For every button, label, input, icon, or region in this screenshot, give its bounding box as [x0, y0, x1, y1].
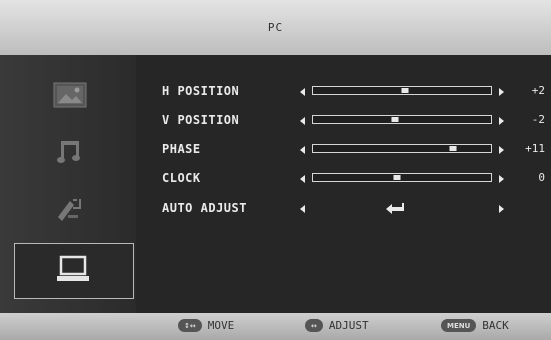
- slider-thumb[interactable]: [391, 117, 399, 122]
- osd-menu: PC H POSITION +2 V POSITION -2 PHASE +11…: [0, 0, 551, 340]
- back-label: BACK: [482, 319, 509, 332]
- adjust-hint: ↔ ADJUST: [305, 319, 369, 332]
- back-hint[interactable]: MENU BACK: [441, 319, 509, 332]
- right-arrow-icon[interactable]: [499, 146, 504, 154]
- row-value: +11: [525, 142, 545, 155]
- settings-panel: H POSITION +2 V POSITION -2 PHASE +11 CL…: [136, 55, 551, 313]
- slider-thumb[interactable]: [401, 88, 409, 93]
- right-arrow-icon[interactable]: [499, 175, 504, 183]
- clock-slider[interactable]: [312, 173, 492, 182]
- left-arrow-icon[interactable]: [300, 88, 305, 96]
- row-value: +2: [531, 84, 545, 97]
- row-value: 0: [538, 171, 545, 184]
- phase-row[interactable]: PHASE +11: [136, 140, 551, 160]
- row-value: -2: [531, 113, 545, 126]
- left-arrow-icon[interactable]: [300, 146, 305, 154]
- move-hint: ↕↔ MOVE: [178, 319, 234, 332]
- header-bar: PC: [0, 0, 551, 55]
- enter-icon[interactable]: [386, 201, 406, 215]
- move-label: MOVE: [207, 319, 235, 332]
- h-position-slider[interactable]: [312, 86, 492, 95]
- row-label: PHASE: [162, 142, 201, 156]
- h-position-row[interactable]: H POSITION +2: [136, 82, 551, 102]
- move-key-icon: ↕↔: [178, 319, 202, 332]
- footer-hints: ↕↔ MOVE ↔ ADJUST MENU BACK: [0, 313, 551, 340]
- phase-slider[interactable]: [312, 144, 492, 153]
- music-icon[interactable]: [50, 131, 90, 171]
- row-label: V POSITION: [162, 113, 240, 127]
- v-position-slider[interactable]: [312, 115, 492, 124]
- page-title: PC: [267, 21, 284, 34]
- sidebar-item-pc-selected[interactable]: [14, 243, 134, 299]
- right-arrow-icon[interactable]: [499, 117, 504, 125]
- v-position-row[interactable]: V POSITION -2: [136, 111, 551, 131]
- picture-icon[interactable]: [50, 75, 90, 115]
- right-arrow-icon[interactable]: [499, 205, 504, 213]
- left-arrow-icon[interactable]: [300, 205, 305, 213]
- clock-row[interactable]: CLOCK 0: [136, 169, 551, 189]
- row-label: H POSITION: [162, 84, 240, 98]
- adjust-label: ADJUST: [328, 319, 369, 332]
- row-label: AUTO ADJUST: [162, 201, 247, 215]
- left-arrow-icon[interactable]: [300, 117, 305, 125]
- adjust-key-icon: ↔: [305, 319, 323, 332]
- slider-thumb[interactable]: [393, 175, 401, 180]
- left-arrow-icon[interactable]: [300, 175, 305, 183]
- sidebar: [0, 55, 136, 313]
- slider-thumb[interactable]: [449, 146, 457, 151]
- tools-icon[interactable]: [50, 189, 90, 229]
- laptop-icon: [53, 254, 93, 290]
- auto-adjust-row[interactable]: AUTO ADJUST: [136, 199, 551, 219]
- right-arrow-icon[interactable]: [499, 88, 504, 96]
- menu-key-icon[interactable]: MENU: [441, 319, 477, 332]
- row-label: CLOCK: [162, 171, 201, 185]
